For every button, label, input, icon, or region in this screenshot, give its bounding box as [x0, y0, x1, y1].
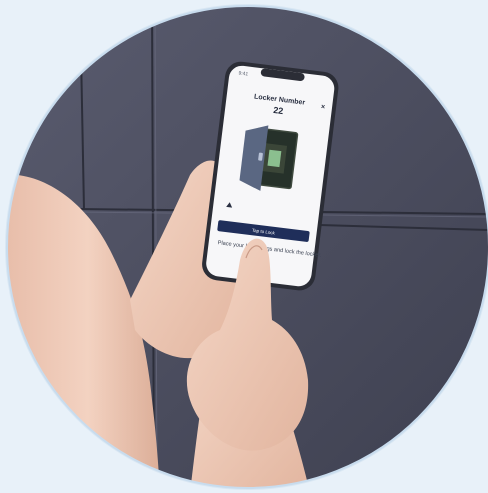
- close-icon[interactable]: ×: [321, 104, 326, 111]
- status-time: 9:41: [238, 70, 249, 77]
- locker-number-value: 22: [273, 105, 284, 116]
- locker-icon: [239, 125, 299, 191]
- locker-photo-scene: 9:41 Locker Number 22 × Tap to Lock Plac…: [5, 4, 488, 490]
